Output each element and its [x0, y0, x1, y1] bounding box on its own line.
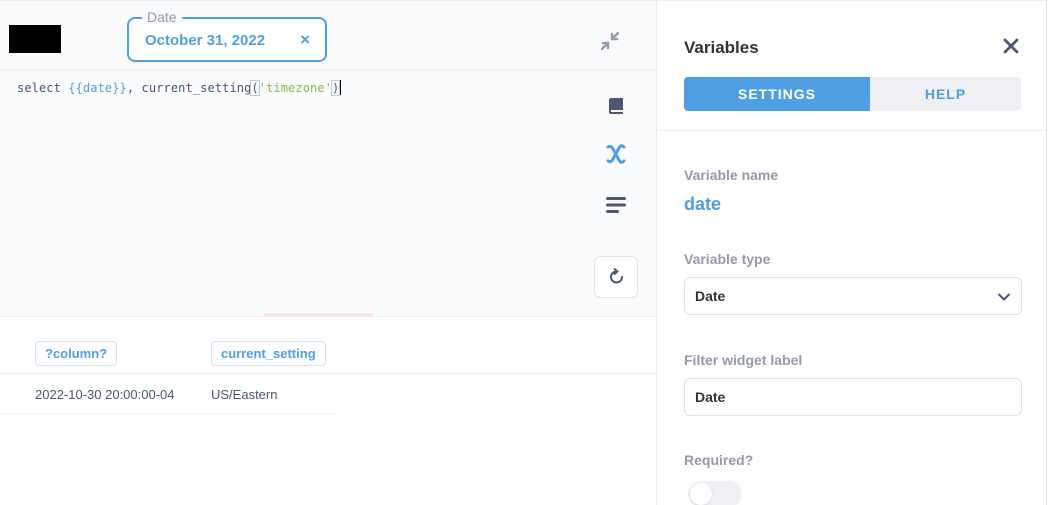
- query-editor-area: Date October 31, 2022 × select {{date}},…: [0, 0, 656, 505]
- book-icon[interactable]: [606, 96, 626, 116]
- snippet-icon[interactable]: [606, 196, 626, 214]
- tab-settings[interactable]: SETTINGS: [684, 77, 870, 111]
- required-toggle[interactable]: [688, 481, 742, 505]
- results-table: ?column? current_setting 2022-10-30 20:0…: [0, 317, 656, 505]
- text-cursor: [339, 80, 342, 95]
- date-filter-legend: Date: [142, 9, 182, 25]
- variables-sidebar: Variables SETTINGS HELP Variable name da…: [656, 0, 1047, 505]
- panel-title: Variables: [684, 38, 759, 57]
- code-function: current_setting: [141, 81, 252, 95]
- refresh-icon: [610, 268, 623, 284]
- filter-bar: Date October 31, 2022 ×: [0, 0, 656, 70]
- column-header[interactable]: ?column?: [35, 341, 118, 366]
- window-edge: [1046, 0, 1059, 505]
- date-filter-widget[interactable]: Date October 31, 2022 ×: [127, 9, 327, 62]
- date-filter-value[interactable]: October 31, 2022: [145, 32, 265, 49]
- code-close-paren: ): [330, 80, 341, 96]
- code-string: 'timezone': [258, 81, 332, 95]
- variable-name-label: Variable name: [684, 167, 779, 183]
- toggle-knob: [690, 483, 712, 505]
- redacted-block: [9, 25, 61, 53]
- code-variable: {{date}}: [68, 81, 127, 95]
- sql-code[interactable]: select {{date}}, current_setting('timezo…: [17, 80, 342, 96]
- variable-name-value: date: [684, 194, 722, 214]
- table-cell[interactable]: US/Eastern: [211, 387, 277, 402]
- required-label: Required?: [684, 452, 754, 468]
- chevron-down-icon: [998, 293, 1010, 301]
- sql-editor[interactable]: select {{date}}, current_setting('timezo…: [0, 70, 656, 317]
- collapse-icon[interactable]: [598, 29, 622, 53]
- code-open-paren: (: [250, 80, 260, 96]
- filter-widget-label-label: Filter widget label: [684, 352, 803, 368]
- close-icon[interactable]: [1002, 37, 1020, 55]
- filter-widget-label-input[interactable]: Date: [684, 378, 1022, 416]
- column-header[interactable]: current_setting: [211, 341, 326, 366]
- run-query-button[interactable]: [594, 256, 638, 298]
- variable-icon[interactable]: [604, 143, 628, 165]
- code-keyword: select: [17, 81, 69, 95]
- code-comma: ,: [126, 81, 142, 95]
- clear-icon[interactable]: ×: [300, 30, 310, 50]
- variable-type-value: Date: [695, 288, 726, 304]
- variable-type-select[interactable]: Date: [684, 277, 1022, 315]
- variable-type-label: Variable type: [684, 251, 771, 267]
- tab-help[interactable]: HELP: [870, 77, 1021, 111]
- table-cell[interactable]: 2022-10-30 20:00:00-04: [35, 387, 175, 402]
- panel-tabs: SETTINGS HELP: [684, 77, 1021, 111]
- header-divider: [0, 373, 656, 374]
- panel-divider: [657, 130, 1047, 131]
- row-divider: [0, 413, 335, 414]
